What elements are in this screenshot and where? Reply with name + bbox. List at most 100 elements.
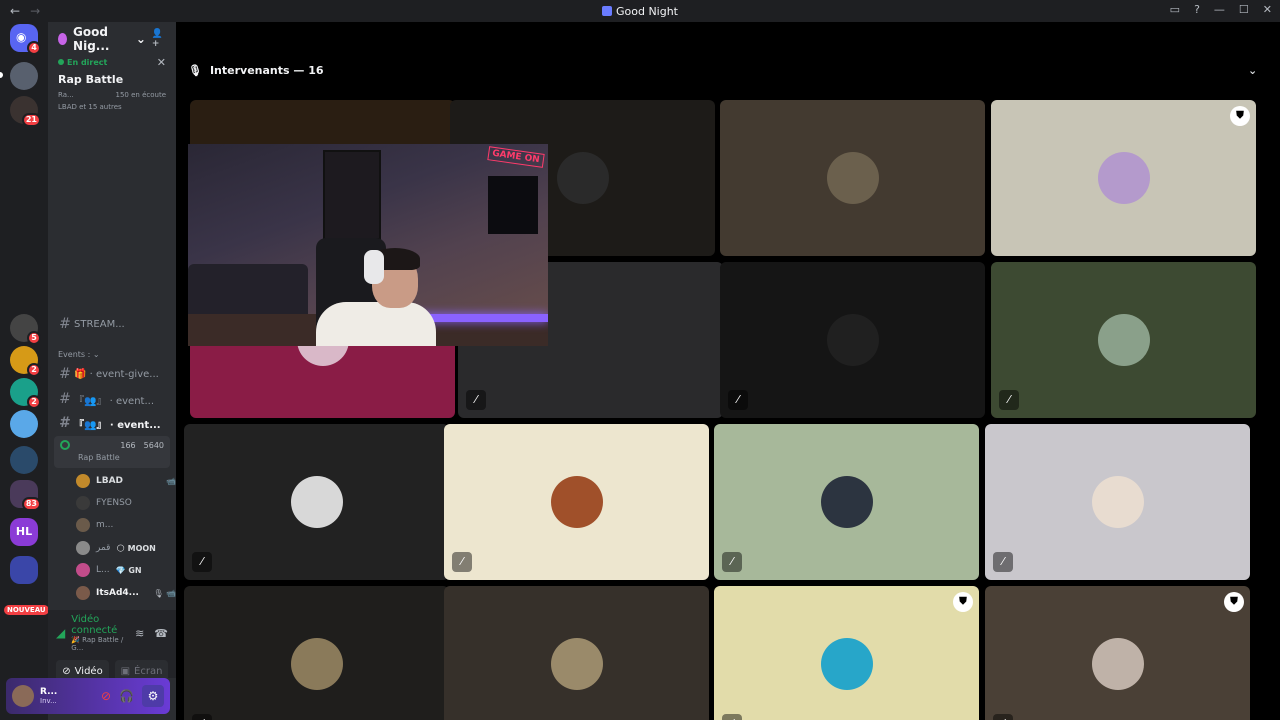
avatar [76,541,90,555]
moderator-icon: ⛊ [1230,106,1250,126]
inbox-icon[interactable]: ▭ [1170,3,1180,16]
member-item[interactable]: ItsAd4... 🎙 📹 [76,584,176,602]
voice-channel-name: Rap Battle [78,453,120,462]
mic-muted-icon: ⁄ [728,390,748,410]
avatar [76,563,90,577]
category-events[interactable]: Events : ⌄ [58,350,100,359]
mic-muted-icon: ⁄ [999,390,1019,410]
avatar [290,476,343,528]
tile-9[interactable]: ⁄ [184,424,449,580]
tile-12[interactable]: ⁄ [985,424,1250,580]
guild-name: Good Nig... [73,25,110,53]
headphones-icon[interactable]: 🎧 [119,689,134,703]
server-folder-icon-2[interactable] [10,556,38,584]
stream-video-overlay[interactable]: GAME ON [188,144,548,346]
mic-muted-icon: 🎙 📹 [153,588,176,598]
tile-10[interactable]: ⁄ [444,424,709,580]
tile-13[interactable]: ⁄ [184,586,449,720]
mic-muted-icon: ⁄ [192,552,212,572]
avatar [550,638,603,690]
guild-header[interactable]: Good Nig... ⌄ 👤+ [48,22,176,56]
invite-icon[interactable]: 👤+ [152,29,166,49]
close-icon[interactable]: ✕ [157,56,166,69]
channel-event-2[interactable]: # 『👥』 · event... [48,415,176,431]
channel-stream[interactable]: # STREAM... [48,316,176,332]
channel-event-1[interactable]: # 『👥』 · event... [48,391,176,407]
gear-icon[interactable]: ⚙ [142,685,164,707]
server-icon-6[interactable] [10,410,38,438]
back-arrow-icon[interactable]: ← [10,4,20,18]
tile-7[interactable]: ⁄ [720,262,985,418]
window-controls: ▭ ? — ☐ ✕ [1170,3,1272,16]
mic-muted-icon: ⁄ [722,552,742,572]
server-rail: ◉ 4 21 5 2 2 83 HL NOUVEAU [0,22,49,720]
close-window-icon[interactable]: ✕ [1263,3,1272,16]
member-item[interactable]: L... 💎 GN [76,561,176,579]
tile-11[interactable]: ⁄ [714,424,979,580]
voice-connected-label[interactable]: Vidéo connecté [71,614,129,636]
avatar [1091,476,1144,528]
mic-muted-icon: ⁄ [993,714,1013,720]
server-icon-5[interactable]: 2 [10,378,41,409]
mic-muted-icon: ⁄ [192,714,212,720]
mic-muted-icon[interactable]: ⊘ [101,689,111,703]
voice-location[interactable]: 🎉 Rap Battle / G... [71,636,129,652]
member-item[interactable]: m... [76,516,176,534]
maximize-icon[interactable]: ☐ [1239,3,1249,16]
server-folder-icon[interactable]: 83 [10,480,41,511]
avatar [290,638,343,690]
window-title: Good Night [0,5,1280,18]
live-listeners: 150 en écoute [115,91,166,99]
stage-icon [60,440,70,450]
server-icon-4[interactable]: 2 [10,346,41,377]
live-hosts: LBAD et 15 autres [58,103,122,111]
member-item[interactable]: قمر 🌕 MOON [76,539,176,557]
avatar [820,476,873,528]
guild-emoji-icon [601,5,612,16]
avatar [550,476,603,528]
tile-3[interactable] [720,100,985,256]
discord-home-icon[interactable]: ◉ 4 [10,24,41,55]
speakers-header: 🎙 Intervenants — 16 ⌄ [188,64,1257,77]
forward-arrow-icon[interactable]: → [30,4,40,18]
screen-icon: ▣ [120,665,131,677]
tile-4[interactable]: ⛊ [991,100,1256,256]
voice-channel-rap-battle[interactable]: 166 5640 Rap Battle [54,436,170,468]
user-name: R... [40,687,58,697]
avatar[interactable] [12,685,34,707]
new-badge: NOUVEAU [4,605,49,615]
tile-8[interactable]: ⁄ [991,262,1256,418]
avatar [76,518,90,532]
member-item[interactable]: FYENSO [76,494,176,512]
server-icon-hl[interactable]: HL [10,518,38,546]
tile-15[interactable]: ⁄⛊ [714,586,979,720]
mic-muted-icon: ⁄ [466,390,486,410]
chevron-down-icon[interactable]: ⌄ [1248,64,1257,77]
server-icon-2[interactable]: 21 [10,96,41,127]
tile-16[interactable]: ⁄⛊ [985,586,1250,720]
server-icon-1[interactable] [10,62,38,90]
help-icon[interactable]: ? [1194,3,1200,16]
live-channel: Ra... [58,91,74,99]
member-item[interactable]: LBAD 📹 [76,472,176,490]
stage-area: 🎙 Intervenants — 16 ⌄ ⛊⛊⁄⁄⁄⁄⁄⁄⁄⁄⁄⛊⁄⛊ GAM… [176,22,1280,720]
server-icon-7[interactable] [10,446,38,474]
tile-14[interactable] [444,586,709,720]
disconnect-icon[interactable]: ☎ [154,627,168,640]
soundboard-icon[interactable]: ≋ [135,627,144,640]
mic-muted-icon: ⁄ [722,714,742,720]
server-icon-3[interactable]: 5 [10,314,41,345]
avatar [1097,152,1150,204]
speakers-count: Intervenants — 16 [209,64,324,77]
avatar [556,152,609,204]
avatar [76,496,90,510]
live-stage-card[interactable]: En direct ✕ Rap Battle Ra... 150 en écou… [48,56,176,111]
avatar [76,586,90,600]
camera-count: 166 [120,440,136,450]
camera-icon: 📹 [166,476,176,486]
signal-icon: ◢ [56,626,66,640]
live-title: Rap Battle [58,73,124,86]
avatar [1097,314,1150,366]
minimize-icon[interactable]: — [1214,3,1225,16]
channel-event-giveaway[interactable]: # 🎁 · event-give... [48,366,176,382]
